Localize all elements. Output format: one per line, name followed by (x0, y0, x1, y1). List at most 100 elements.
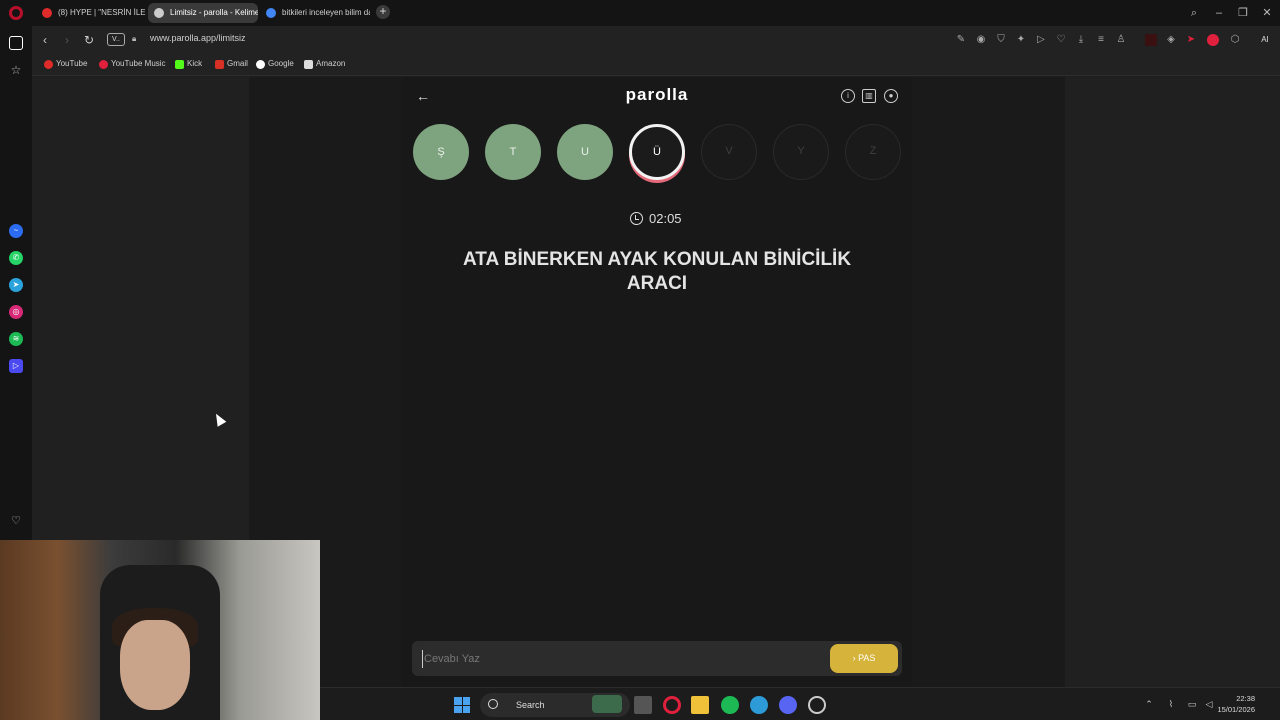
shield-icon[interactable]: ⛉ (995, 34, 1007, 46)
letter-circle-v: V (701, 124, 757, 180)
url-field[interactable]: www.parolla.app/limitsiz (150, 33, 246, 43)
tab-title: (8) HYPE | "NESRİN İLE PA (58, 8, 146, 17)
heart-icon[interactable]: ♡ (1055, 34, 1067, 46)
discord-icon[interactable] (779, 696, 797, 714)
clock-time: 22:38 (1236, 694, 1255, 703)
search-label: Search (516, 700, 545, 710)
tab-bar: (8) HYPE | "NESRİN İLE PA Limitsiz - par… (0, 0, 1280, 26)
extensions-icon[interactable]: ✦ (1015, 34, 1027, 46)
google-icon (256, 60, 265, 69)
bookmark-kick[interactable]: Kick (175, 59, 203, 69)
display-icon[interactable]: ▭ (1187, 699, 1197, 709)
letter-circle-u-umlaut-current: Ü (629, 124, 685, 180)
minimize-icon[interactable]: – (1210, 4, 1228, 22)
file-explorer-icon[interactable] (691, 696, 709, 714)
edge-icon[interactable] (750, 696, 768, 714)
spotify-icon[interactable]: ≋ (9, 332, 23, 346)
menu-icon[interactable]: ≡ (1095, 34, 1107, 46)
tab-hype[interactable]: (8) HYPE | "NESRİN İLE PA (36, 3, 146, 23)
taskbar-clock[interactable]: 22:38 15/01/2026 (1217, 693, 1255, 715)
letter-circle-u: U (557, 124, 613, 180)
webcam-overlay (0, 540, 320, 720)
bookmark-label: YouTube (56, 59, 88, 68)
answer-input[interactable] (422, 650, 822, 668)
microphone-icon[interactable]: ⌇ (1166, 699, 1176, 709)
play-icon[interactable]: ▷ (1035, 34, 1047, 46)
bookmark-amazon[interactable]: Amazon (304, 59, 346, 69)
answer-box: › PAS (412, 641, 902, 676)
forward-icon[interactable]: › (58, 31, 76, 49)
bookmarks-bar: YouTube YouTube Music Kick Gmail Google … (32, 54, 1280, 76)
amazon-icon (304, 60, 313, 69)
ublock-icon[interactable] (1207, 34, 1219, 46)
pass-label: PAS (858, 653, 876, 663)
tray-chevron-up-icon[interactable]: ⌃ (1144, 699, 1154, 709)
cube-icon[interactable]: ⬡ (1229, 34, 1241, 46)
letter-circle-y: Y (773, 124, 829, 180)
timer-value: 02:05 (649, 211, 682, 226)
download-icon[interactable]: ⤓ (1075, 34, 1087, 46)
opera-menu-icon[interactable] (9, 6, 23, 20)
player-icon[interactable]: ▷ (9, 359, 23, 373)
question-text: ATA BİNERKEN AYAK KONULAN BİNİCİLİK ARAC… (462, 249, 852, 294)
task-view-icon[interactable] (634, 696, 652, 714)
home-icon[interactable] (9, 36, 23, 50)
whatsapp-icon[interactable]: ✆ (9, 251, 23, 265)
bookmark-label: Google (268, 59, 294, 68)
streamer-face (120, 620, 190, 710)
telegram-icon[interactable]: ➤ (9, 278, 23, 292)
edit-icon[interactable]: ✎ (955, 34, 967, 46)
extension-red-arrow-icon[interactable]: ➤ (1185, 34, 1197, 46)
favorites-heart-icon[interactable]: ♡ (9, 514, 23, 528)
pinboard-icon[interactable]: ☆ (9, 63, 23, 77)
account-icon[interactable]: ♙ (1115, 34, 1127, 46)
messenger-icon[interactable]: ~ (9, 224, 23, 238)
settings-gear-icon[interactable] (808, 696, 826, 714)
chevron-right-icon: › (852, 653, 856, 663)
bookmark-label: YouTube Music (111, 59, 166, 68)
extension-cat-icon[interactable]: ◈ (1165, 34, 1177, 46)
stats-icon[interactable]: ▥ (862, 89, 876, 103)
maximize-icon[interactable]: ❐ (1234, 4, 1252, 22)
ai-button[interactable]: AI (1254, 34, 1276, 46)
lock-icon[interactable]: 🔒︎ (132, 34, 140, 44)
bookmark-label: Kick (187, 59, 203, 68)
reload-icon[interactable]: ↻ (80, 31, 98, 49)
widget-icon[interactable] (592, 695, 622, 713)
camera-icon[interactable]: ◉ (975, 34, 987, 46)
gmail-icon (215, 60, 224, 69)
tab-parolla[interactable]: Limitsiz - parolla - Kelime (148, 3, 258, 23)
windows-taskbar: Search ⌃ ⌇ ▭ ◁ 22:38 15/01/2026 (320, 687, 1280, 720)
spotify-taskbar-icon[interactable] (721, 696, 739, 714)
letter-circle-z: Z (845, 124, 901, 180)
tab-title: bitkileri inceleyen bilim da (282, 8, 370, 17)
bookmark-google[interactable]: Google (256, 59, 294, 69)
windows-start-icon[interactable] (454, 697, 470, 713)
clock-date: 15/01/2026 (1217, 705, 1255, 714)
letter-circle-s-cedilla: Ş (413, 124, 469, 180)
bookmark-label: Gmail (227, 59, 248, 68)
info-icon[interactable]: i (841, 89, 855, 103)
tab-google-search[interactable]: bitkileri inceleyen bilim da (260, 3, 370, 23)
extension-red-icon[interactable] (1145, 34, 1157, 46)
vpn-badge[interactable]: V.. (107, 33, 125, 46)
close-icon[interactable]: ✕ (1258, 4, 1276, 22)
search-tabs-icon[interactable]: ⌕ (1185, 4, 1203, 22)
youtube-music-icon (99, 60, 108, 69)
profile-icon[interactable]: ● (884, 89, 898, 103)
bookmark-youtube-music[interactable]: YouTube Music (99, 59, 166, 69)
instagram-icon[interactable]: ◎ (9, 305, 23, 319)
back-icon[interactable]: ‹ (36, 31, 54, 49)
google-favicon-icon (266, 8, 276, 18)
volume-icon[interactable]: ◁ (1204, 699, 1214, 709)
new-tab-button[interactable]: + (376, 5, 390, 19)
clock-icon (630, 212, 643, 225)
timer: 02:05 (630, 211, 682, 226)
bookmark-gmail[interactable]: Gmail (215, 59, 248, 69)
back-arrow-icon[interactable]: ← (416, 88, 432, 104)
opera-taskbar-icon[interactable] (663, 696, 681, 714)
kick-icon (175, 60, 184, 69)
bookmark-label: Amazon (316, 59, 346, 68)
bookmark-youtube[interactable]: YouTube (44, 59, 88, 69)
pass-button[interactable]: › PAS (830, 644, 898, 673)
